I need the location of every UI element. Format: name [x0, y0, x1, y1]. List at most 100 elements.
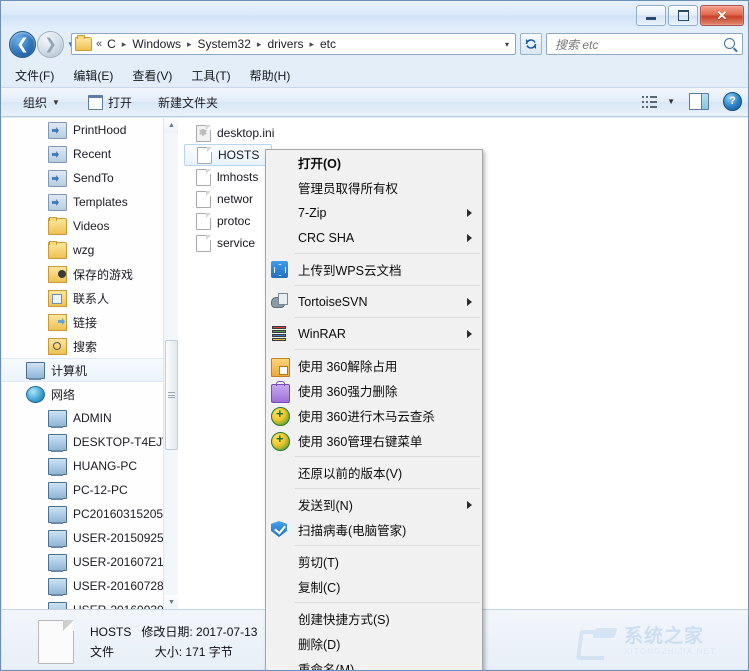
nav-item-videos[interactable]: Videos [2, 214, 168, 238]
context-menu-item-crc-sha[interactable]: CRC SHA [266, 225, 482, 250]
breadcrumb-system32[interactable]: System32 [197, 36, 252, 52]
back-button[interactable]: ❮ [9, 31, 36, 58]
nav-item-network[interactable]: 网络 [2, 382, 168, 406]
minimize-button[interactable] [636, 5, 666, 26]
nav-item-user-20150925[interactable]: USER-20150925( [2, 526, 168, 550]
close-button[interactable]: ✕ [700, 5, 744, 26]
nav-item-saved-games[interactable]: 保存的游戏 [2, 262, 168, 286]
maximize-button[interactable] [668, 5, 698, 26]
menu-file[interactable]: 文件(F) [15, 67, 54, 84]
context-menu-item-label: 重命名(M) [298, 663, 355, 671]
context-menu-item-winrar[interactable]: WinRAR [266, 321, 482, 346]
refresh-button[interactable] [520, 33, 542, 55]
scroll-down-button[interactable]: ▼ [164, 595, 178, 610]
submenu-arrow-icon [467, 330, 472, 338]
search-icon[interactable] [724, 38, 735, 49]
nav-item-desktop-t4ejv[interactable]: DESKTOP-T4EJV. [2, 430, 172, 454]
nav-item-huang-pc[interactable]: HUANG-PC [2, 454, 168, 478]
breadcrumb-c[interactable]: C [106, 36, 117, 52]
menu-help[interactable]: 帮助(H) [250, 67, 291, 84]
context-menu-item-restore-previous-versions[interactable]: 还原以前的版本(V) [266, 460, 482, 485]
context-menu-item-label: 剪切(T) [298, 556, 339, 570]
breadcrumb-overflow-icon[interactable]: « [96, 38, 102, 50]
menu-view[interactable]: 查看(V) [132, 67, 172, 84]
organize-button[interactable]: 组织 ▼ [17, 91, 66, 113]
system-folder-icon [48, 194, 67, 211]
breadcrumb-windows[interactable]: Windows [131, 36, 182, 52]
nav-item-recent[interactable]: Recent [2, 142, 168, 166]
nav-item-printhood[interactable]: PrintHood [2, 118, 168, 142]
context-menu-item-label: 打开(O) [298, 157, 342, 171]
breadcrumb-drivers[interactable]: drivers [266, 36, 304, 52]
nav-item-templates[interactable]: Templates [2, 190, 168, 214]
nav-item-admin[interactable]: ADMIN [2, 406, 168, 430]
nav-item-user-20160728[interactable]: USER-20160728I [2, 574, 168, 598]
context-menu-item-cut[interactable]: 剪切(T) [266, 549, 482, 574]
nav-item-searches[interactable]: 搜索 [2, 334, 168, 358]
context-menu-item-rename[interactable]: 重命名(M) [266, 656, 482, 671]
nav-item-label: 搜索 [73, 339, 98, 354]
nav-item-pc201603152059[interactable]: PC201603152059 [2, 502, 170, 526]
nav-item-contacts[interactable]: 联系人 [2, 286, 168, 310]
preview-pane-icon[interactable] [689, 93, 709, 110]
context-menu-item-scan-virus[interactable]: 扫描病毒(电脑管家) [266, 517, 482, 542]
address-bar[interactable]: « C ▸ Windows ▸ System32 ▸ drivers ▸ etc… [71, 33, 516, 55]
context-menu-item-360-scan[interactable]: 使用 360进行木马云查杀 [266, 403, 482, 428]
computer-icon [48, 530, 67, 548]
status-size-value: 171 字节 [185, 645, 233, 659]
system-folder-icon [48, 122, 67, 139]
context-menu-separator [295, 349, 480, 350]
scrollbar-thumb[interactable] [165, 340, 178, 450]
nav-item-sendto[interactable]: SendTo [2, 166, 168, 190]
nav-item-label: USER-20150925( [73, 531, 168, 545]
navigation-pane: PrintHood Recent SendTo Templates Videos [2, 118, 178, 610]
nav-item-label: 计算机 [51, 363, 88, 378]
nav-item-label: DESKTOP-T4EJV. [73, 435, 173, 449]
context-menu-item-tortoisesvn[interactable]: TortoiseSVN [266, 289, 482, 314]
file-icon [196, 234, 211, 252]
context-menu-item-open[interactable]: 打开(O) [266, 150, 482, 175]
change-view-icon[interactable] [642, 95, 658, 109]
nav-item-wzg[interactable]: wzg [2, 238, 168, 262]
menu-tools[interactable]: 工具(T) [191, 67, 230, 84]
nav-item-label: SendTo [73, 171, 114, 185]
scroll-up-button[interactable]: ▲ [164, 118, 178, 133]
context-menu-item-delete[interactable]: 删除(D) [266, 631, 482, 656]
context-menu-item-label: 使用 360强力删除 [298, 385, 398, 399]
view-dropdown-icon[interactable]: ▼ [667, 97, 675, 106]
breadcrumb-etc[interactable]: etc [319, 36, 337, 52]
context-menu-item-take-ownership[interactable]: 管理员取得所有权 [266, 175, 482, 200]
context-menu-item-360-unlock[interactable]: 使用 360解除占用 [266, 353, 482, 378]
context-menu-item-create-shortcut[interactable]: 创建快捷方式(S) [266, 606, 482, 631]
menu-edit[interactable]: 编辑(E) [73, 67, 113, 84]
context-menu-item-upload-wps[interactable]: 上传到WPS云文档 [266, 257, 482, 282]
nav-item-computer[interactable]: 计算机 [2, 358, 168, 382]
nav-item-user-20160721[interactable]: USER-20160721( [2, 550, 168, 574]
context-menu-separator [295, 456, 480, 457]
nav-item-label: HUANG-PC [73, 459, 138, 473]
help-icon[interactable]: ? [723, 92, 742, 111]
nav-item-pc-12-pc[interactable]: PC-12-PC [2, 478, 168, 502]
navigation-scrollbar[interactable]: ▲ ▼ [163, 118, 178, 610]
open-button[interactable]: 打开 [82, 91, 138, 113]
context-menu-item-copy[interactable]: 复制(C) [266, 574, 482, 599]
context-menu-item-7zip[interactable]: 7-Zip [266, 200, 482, 225]
forward-button[interactable]: ❯ [37, 31, 64, 58]
nav-item-label: Videos [73, 219, 110, 233]
status-file-icon [38, 620, 74, 664]
search-placeholder: 搜索 etc [555, 37, 599, 52]
file-row-desktop-ini[interactable]: desktop.ini [184, 122, 748, 144]
computer-icon [48, 482, 67, 500]
context-menu-item-send-to[interactable]: 发送到(N) [266, 492, 482, 517]
context-menu: 打开(O) 管理员取得所有权 7-Zip CRC SHA 上传到WPS云文档 T… [265, 149, 483, 671]
context-menu-item-label: 上传到WPS云文档 [298, 264, 402, 278]
nav-item-links[interactable]: 链接 [2, 310, 168, 334]
context-menu-item-360-force-delete[interactable]: 使用 360强力删除 [266, 378, 482, 403]
search-input[interactable]: 搜索 etc [546, 33, 743, 55]
new-folder-button[interactable]: 新建文件夹 [152, 91, 224, 113]
context-menu-item-360-manage-menu[interactable]: 使用 360管理右键菜单 [266, 428, 482, 453]
file-row-hosts[interactable]: HOSTS [184, 144, 272, 166]
address-dropdown-icon[interactable]: ▾ [505, 40, 509, 49]
nav-item-label: Templates [73, 195, 128, 209]
open-icon [87, 94, 103, 110]
